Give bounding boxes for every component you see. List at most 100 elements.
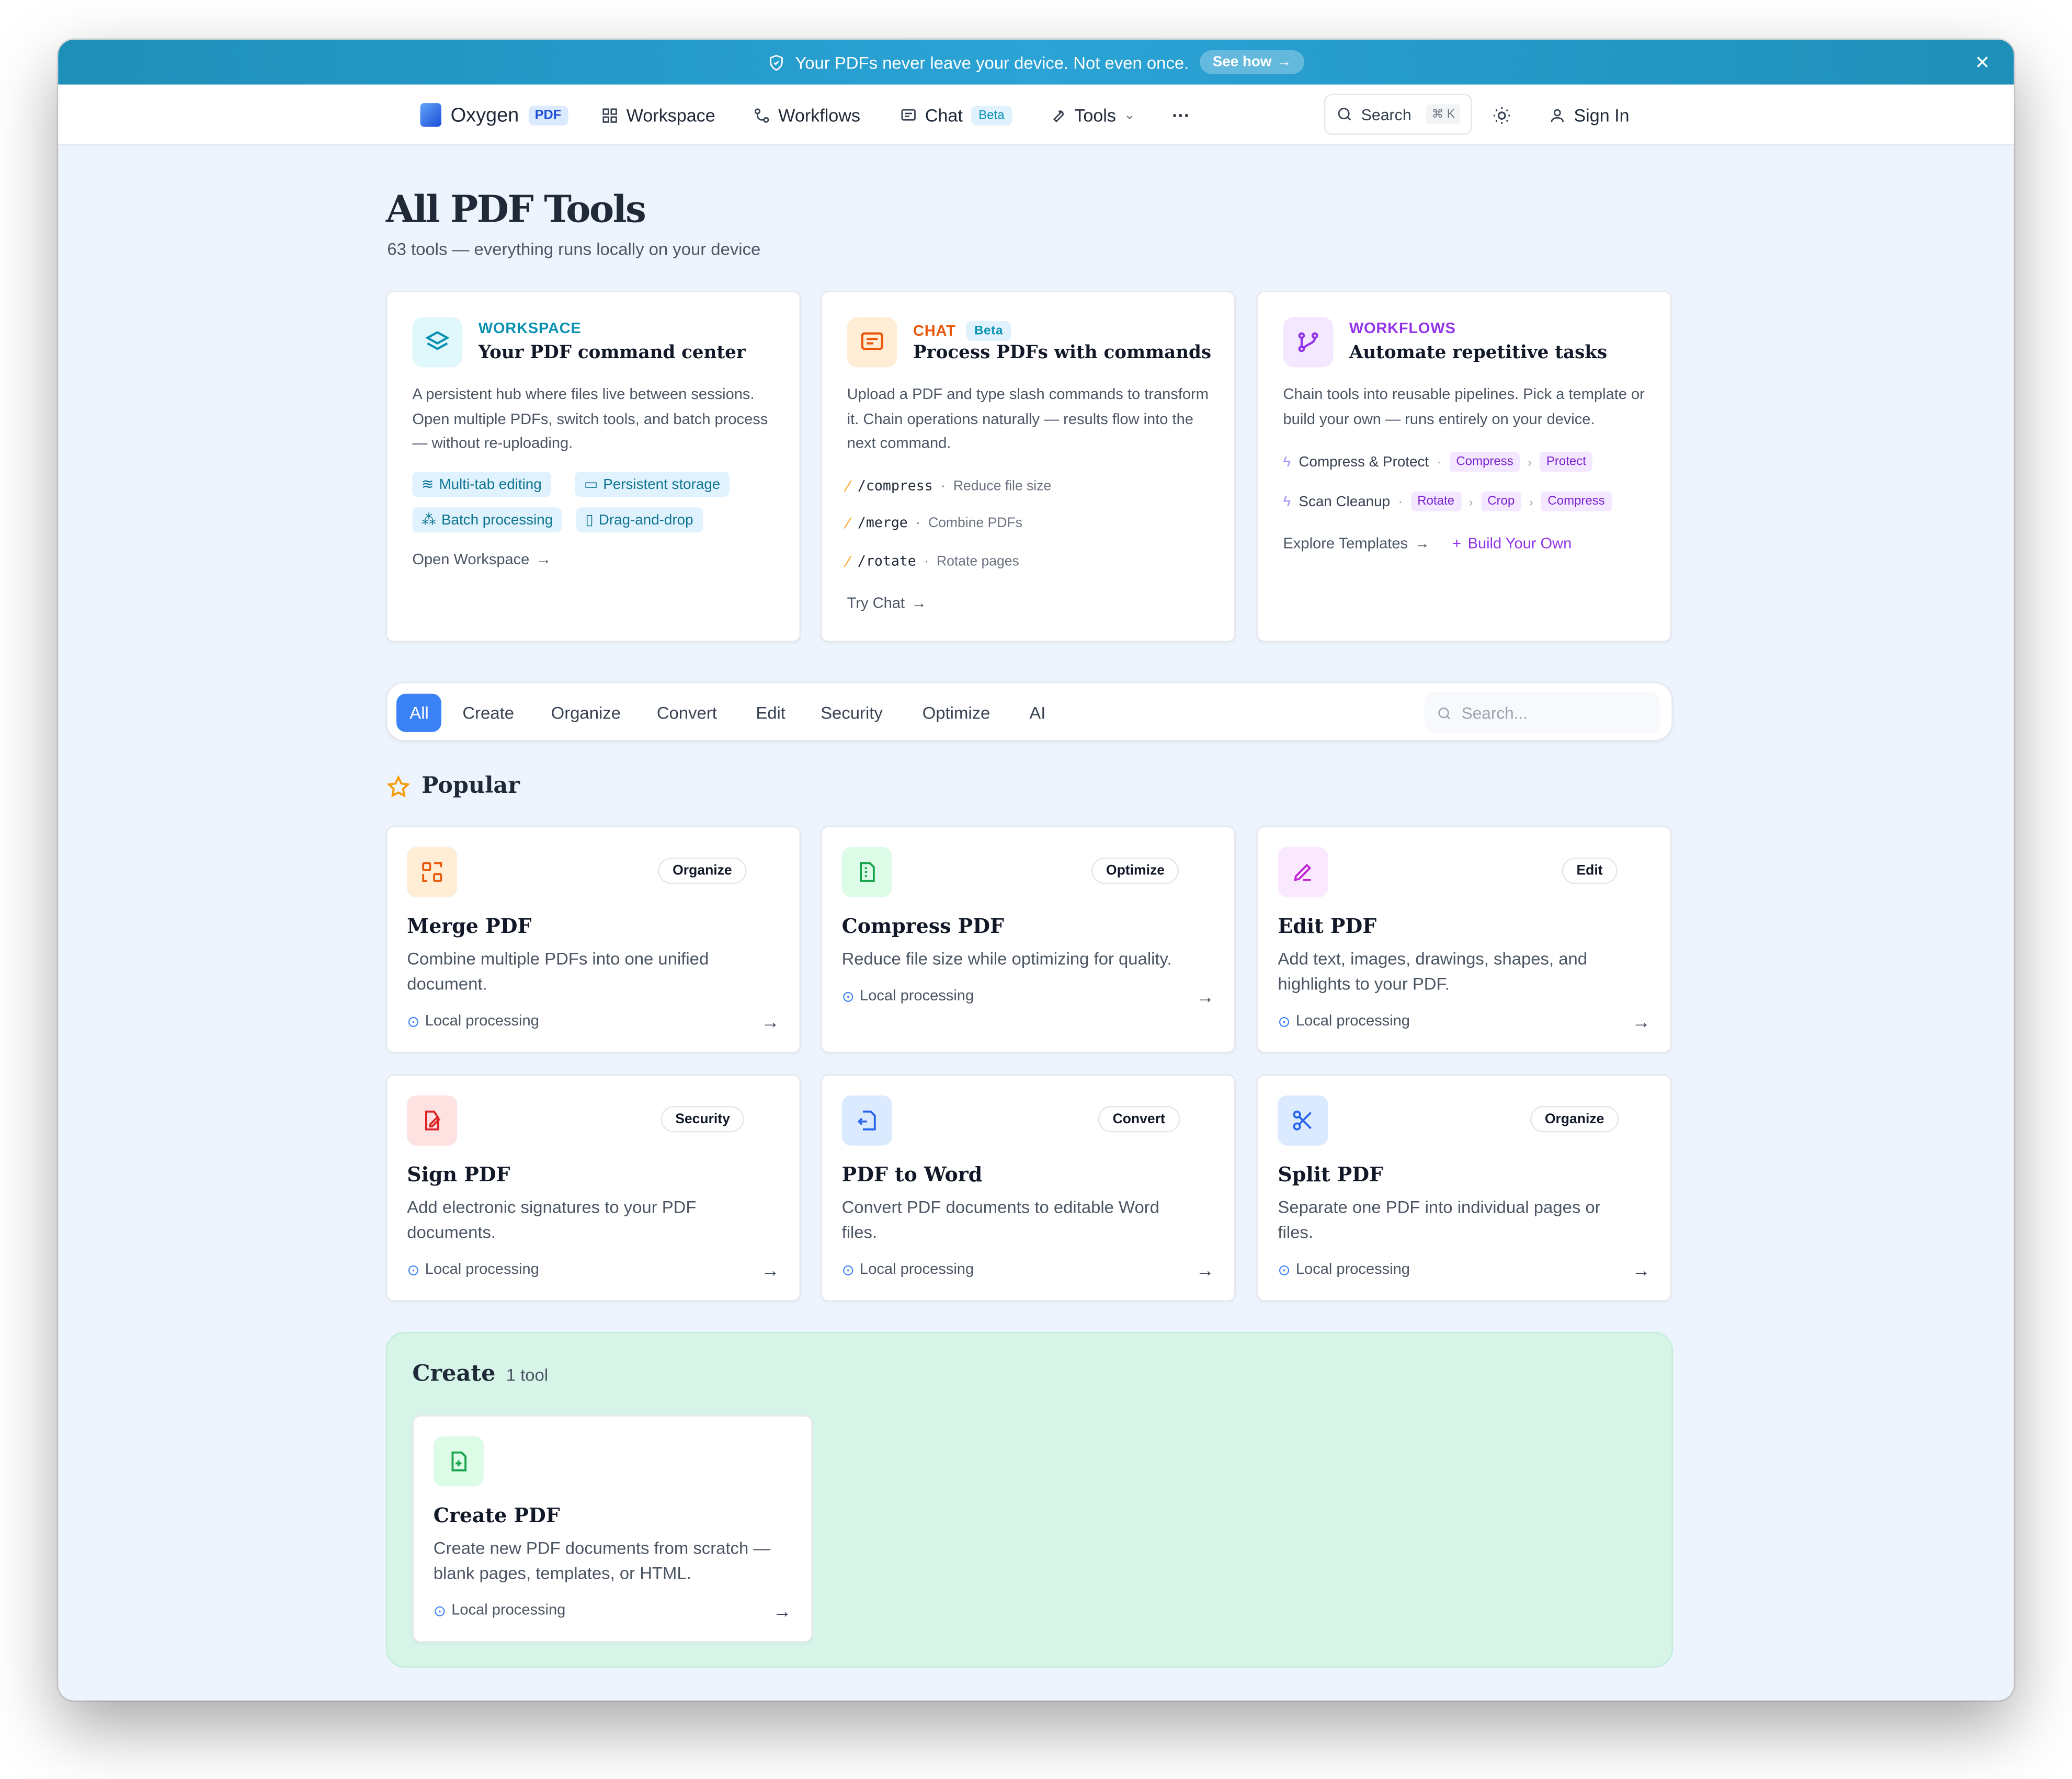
- layers-icon: ≋: [422, 477, 434, 493]
- chat-kicker: CHAT Beta: [913, 321, 1011, 341]
- workflow-icon: [755, 108, 769, 122]
- nav-workflows-label: Workflows: [778, 105, 860, 125]
- check-circle-icon: ⊙: [407, 1263, 420, 1279]
- create-heading-label: Create: [412, 1361, 496, 1388]
- workspace-feature-card: WORKSPACE Your PDF command center A pers…: [385, 290, 801, 643]
- filter-tab-edit[interactable]: Edit: [756, 694, 785, 732]
- bolt-icon: ϟ: [1283, 493, 1291, 510]
- page-title: All PDF Tools: [385, 187, 646, 232]
- see-how-button[interactable]: See how →: [1199, 50, 1305, 74]
- tool-card-compress-pdf[interactable]: Optimize Compress PDF Reduce file size w…: [821, 826, 1236, 1053]
- nav-workspace-label: Workspace: [626, 105, 715, 125]
- file-plus-icon: [433, 1436, 484, 1487]
- filter-tab-create[interactable]: Create: [462, 694, 514, 732]
- command-compress: ⁄ /compress · Reduce file size: [847, 477, 1052, 495]
- wrench-icon: [1053, 110, 1064, 122]
- filter-tab-optimize[interactable]: Optimize: [923, 694, 991, 732]
- banner-text: Your PDFs never leave your device. Not e…: [795, 52, 1189, 72]
- brand-logo[interactable]: Oxygen PDF: [420, 85, 568, 145]
- tool-card-create-pdf[interactable]: Create PDF Create new PDF documents from…: [412, 1415, 813, 1643]
- workflows-title: Automate repetitive tasks: [1349, 342, 1608, 363]
- check-circle-icon: ⊙: [1278, 1014, 1291, 1031]
- theme-toggle[interactable]: [1492, 85, 1512, 145]
- command-text: /compress: [857, 478, 933, 495]
- local-processing-badge: ⊙ Local processing: [842, 987, 974, 1006]
- filter-tab-ai[interactable]: AI: [1029, 694, 1045, 732]
- open-workspace-link[interactable]: Open Workspace →: [412, 552, 551, 568]
- command-text: /rotate: [857, 553, 916, 570]
- link-label: Open Workspace: [412, 552, 530, 568]
- close-icon[interactable]: ✕: [1975, 52, 1990, 74]
- local-processing-label: Local processing: [425, 1013, 539, 1030]
- tool-card-sign-pdf[interactable]: Security Sign PDF Add electronic signatu…: [385, 1074, 801, 1302]
- nav-workspace[interactable]: Workspace: [601, 85, 715, 145]
- more-menu-button[interactable]: ···: [1172, 85, 1190, 145]
- chevron-right-icon: ›: [1529, 495, 1533, 508]
- link-label: Try Chat: [847, 596, 905, 612]
- popular-heading: Popular: [386, 773, 520, 800]
- grid-icon: [602, 108, 617, 122]
- tool-desc: Add electronic signatures to your PDF do…: [407, 1197, 697, 1242]
- workspace-title: Your PDF command center: [478, 342, 746, 363]
- tool-card-split-pdf[interactable]: Organize Split PDF Separate one PDF into…: [1256, 1074, 1672, 1302]
- tool-card-pdf-to-word[interactable]: Convert PDF to Word Convert PDF document…: [821, 1074, 1236, 1302]
- pipeline-step: Protect: [1540, 452, 1593, 472]
- tag-label: Drag-and-drop: [598, 512, 693, 528]
- scissors-icon: [1278, 1095, 1328, 1146]
- arrow-right-icon: →: [761, 1259, 780, 1281]
- tag-batch-processing: ⁂ Batch processing: [412, 507, 562, 533]
- filter-tab-all[interactable]: All: [396, 693, 442, 732]
- build-your-own-link[interactable]: + Build Your Own: [1452, 537, 1572, 552]
- workflow-icon: [1283, 317, 1334, 368]
- slash-icon: ⁄: [847, 477, 850, 496]
- local-processing-badge: ⊙ Local processing: [434, 1601, 566, 1620]
- filter-tab-security[interactable]: Security: [821, 694, 883, 732]
- tool-search-input[interactable]: Search...: [1424, 692, 1660, 734]
- try-chat-link[interactable]: Try Chat →: [847, 596, 927, 612]
- pipeline-step: Compress: [1541, 491, 1612, 511]
- arrow-right-icon: →: [1632, 1259, 1650, 1281]
- slash-icon: ⁄: [847, 552, 850, 571]
- pipeline-scan-cleanup[interactable]: ϟ Scan Cleanup · Rotate › Crop › Compress: [1283, 491, 1612, 511]
- tool-card-merge-pdf[interactable]: Organize Merge PDF Combine multiple PDFs…: [385, 826, 801, 1053]
- check-circle-icon: ⊙: [841, 1263, 855, 1279]
- nav-search-button[interactable]: Search ⌘ K: [1324, 94, 1472, 135]
- pipeline-compress-protect[interactable]: ϟ Compress & Protect · Compress › Protect: [1283, 452, 1593, 472]
- plus-icon: +: [1452, 536, 1461, 553]
- beta-badge: Beta: [971, 105, 1012, 125]
- signature-icon: [407, 1095, 458, 1146]
- tag-label: Multi-tab editing: [439, 476, 542, 493]
- filter-tab-convert[interactable]: Convert: [657, 694, 717, 732]
- privacy-banner: Your PDFs never leave your device. Not e…: [58, 39, 2014, 85]
- arrow-right-icon: →: [1414, 536, 1430, 553]
- workflows-desc: Chain tools into reusable pipelines. Pic…: [1283, 387, 1645, 428]
- tool-name: Sign PDF: [407, 1162, 510, 1187]
- nav-chat[interactable]: Chat Beta: [900, 85, 1012, 145]
- arrow-right-icon: →: [773, 1600, 792, 1622]
- tool-card-edit-pdf[interactable]: Edit Edit PDF Add text, images, drawings…: [1256, 826, 1672, 1053]
- storage-icon: ▭: [584, 477, 598, 493]
- tool-name: Compress PDF: [841, 914, 1004, 939]
- tag-drag-and-drop: ▯ Drag-and-drop: [576, 507, 703, 533]
- sign-in-button[interactable]: Sign In: [1549, 85, 1630, 145]
- command-desc: Reduce file size: [953, 478, 1052, 495]
- category-badge: Edit: [1562, 857, 1618, 884]
- category-badge: Security: [661, 1105, 745, 1133]
- dot-separator: ·: [940, 478, 946, 495]
- nav-tools[interactable]: Tools ⌄: [1049, 85, 1135, 145]
- filter-tab-organize[interactable]: Organize: [551, 694, 621, 732]
- explore-templates-link[interactable]: Explore Templates →: [1283, 537, 1430, 552]
- nav-workflows[interactable]: Workflows: [753, 85, 860, 145]
- dot-separator: ·: [1398, 493, 1403, 510]
- arrow-right-icon: →: [761, 1011, 780, 1032]
- logo-icon: [420, 103, 441, 127]
- tool-desc: Separate one PDF into individual pages o…: [1278, 1197, 1601, 1242]
- local-processing-label: Local processing: [1295, 1262, 1410, 1278]
- check-circle-icon: ⊙: [433, 1604, 447, 1620]
- pipeline-name: Compress & Protect: [1299, 453, 1429, 470]
- search-icon: [1438, 706, 1450, 719]
- compress-icon: [841, 847, 892, 897]
- sign-in-label: Sign In: [1574, 105, 1630, 125]
- search-icon: [1338, 108, 1351, 121]
- chat-desc: Upload a PDF and type slash commands to …: [847, 387, 1209, 452]
